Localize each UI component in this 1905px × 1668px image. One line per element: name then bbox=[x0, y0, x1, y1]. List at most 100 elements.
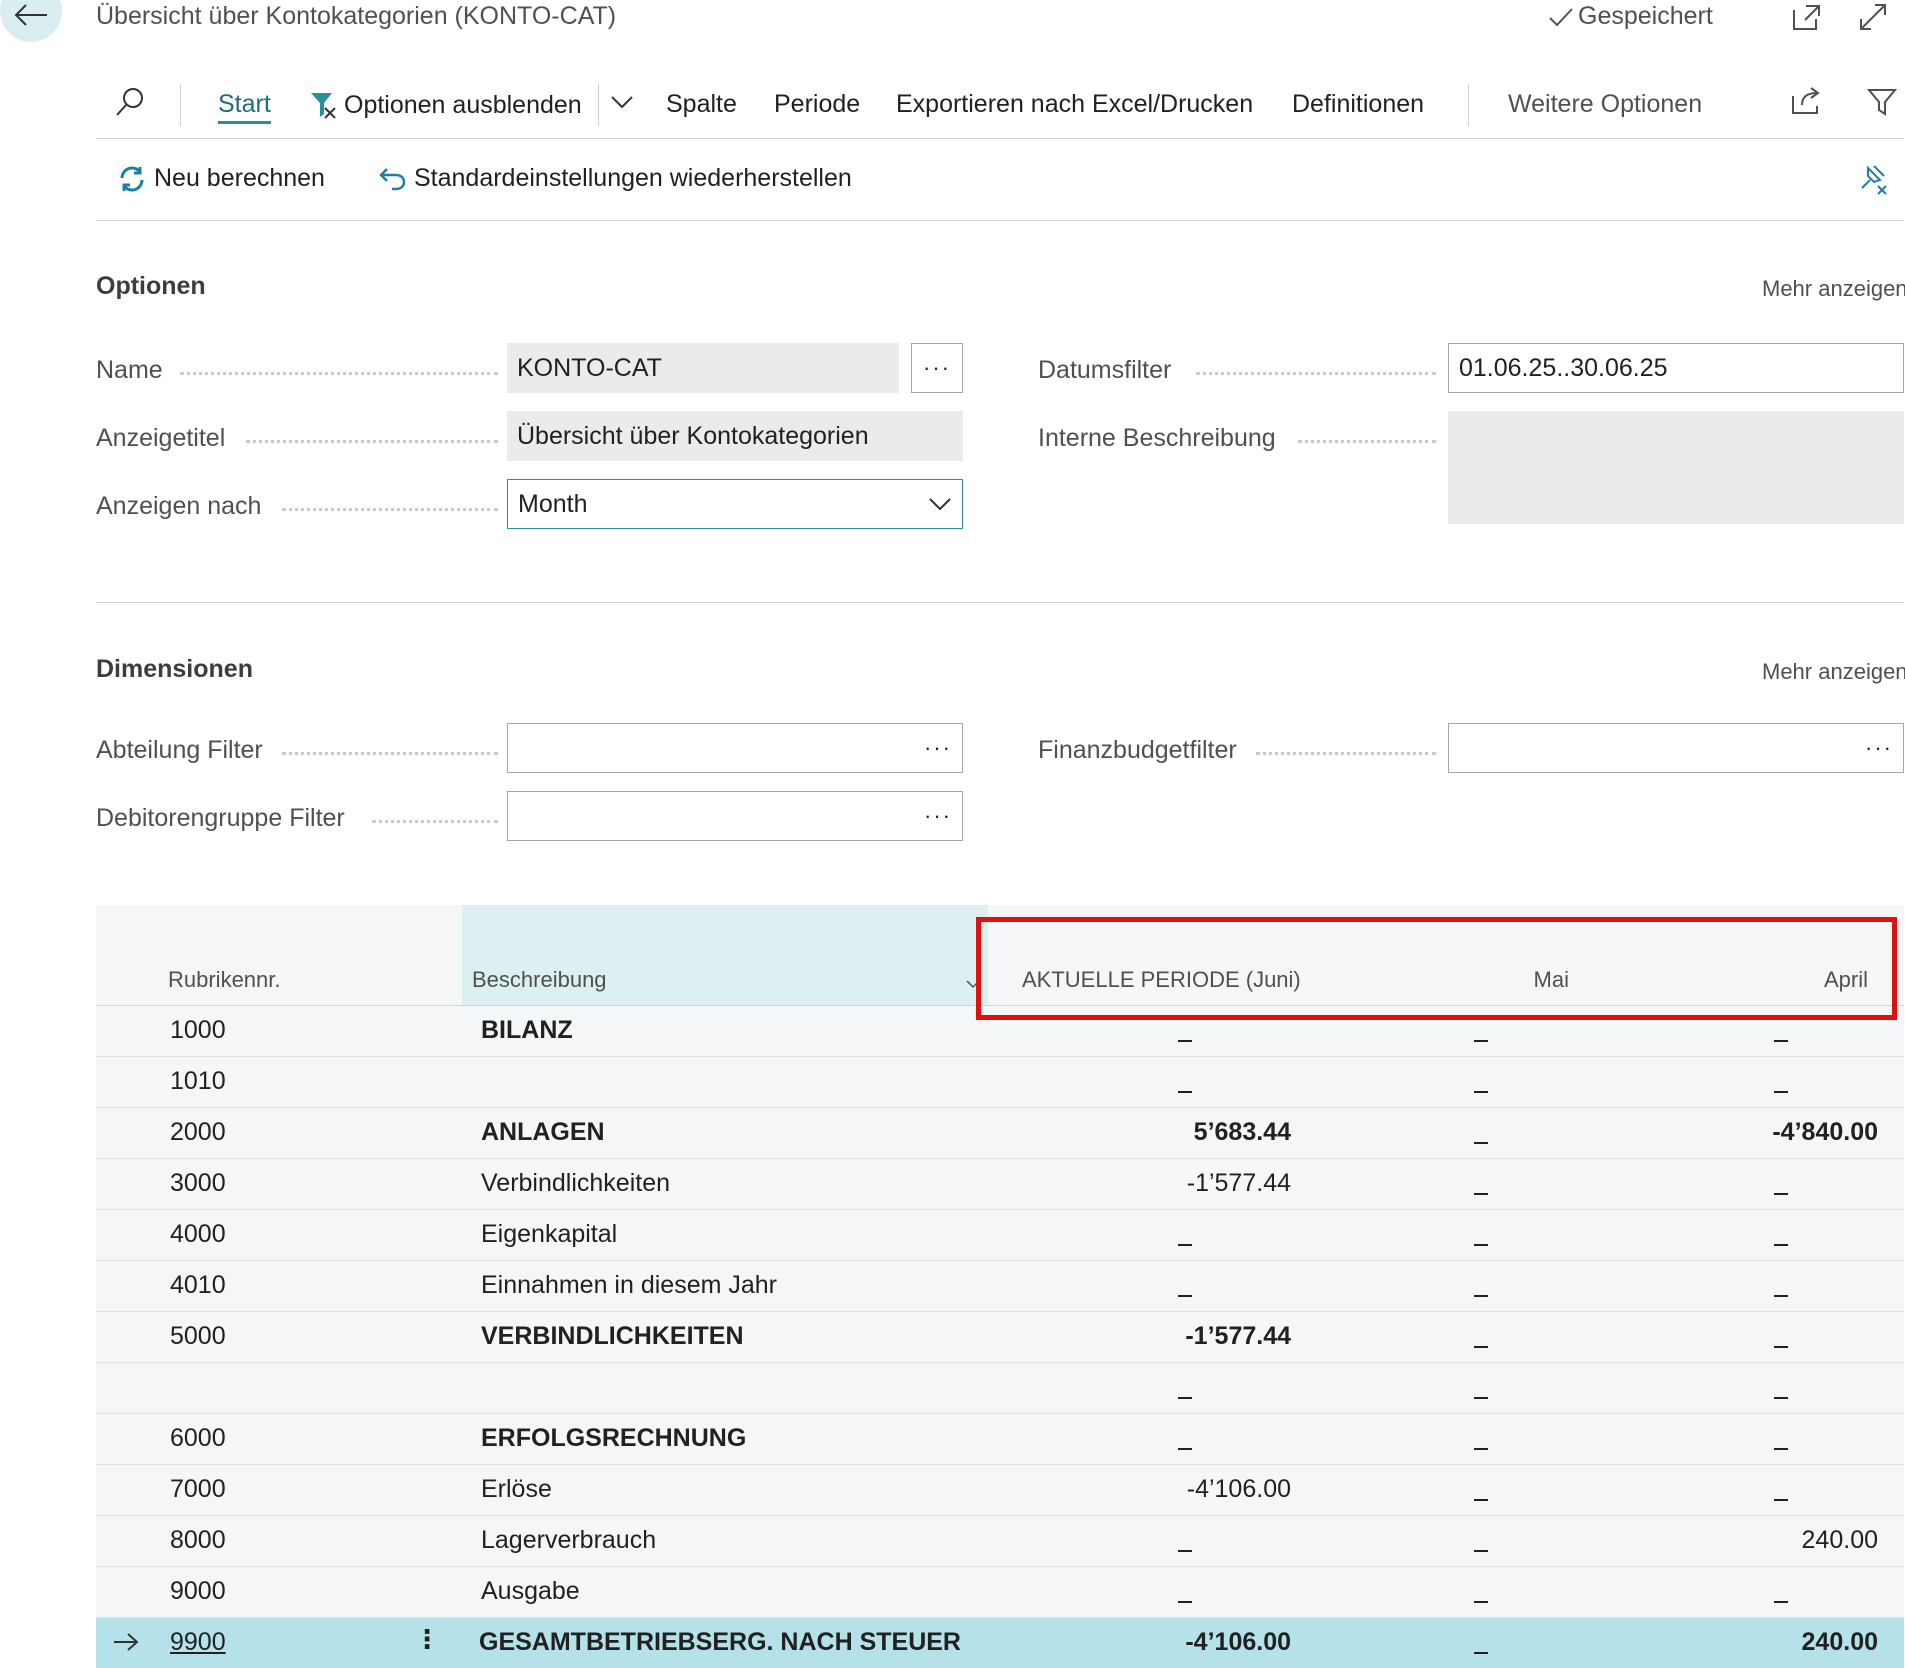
pin-icon[interactable] bbox=[1854, 162, 1888, 196]
table-row[interactable]: 9000 Ausgabe bbox=[96, 1567, 1904, 1618]
table-row[interactable]: 4010 Einnahmen in diesem Jahr bbox=[96, 1261, 1904, 1312]
row-description: Verbindlichkeiten bbox=[481, 1169, 671, 1197]
row-number: 8000 bbox=[170, 1526, 226, 1554]
department-filter-label: Abteilung Filter bbox=[96, 736, 263, 764]
customer-group-filter-lookup-icon[interactable]: ··· bbox=[924, 803, 952, 829]
row-empty-current bbox=[1178, 1091, 1192, 1093]
recalculate-button[interactable]: Neu berechnen bbox=[118, 164, 325, 193]
department-filter-lookup-icon[interactable]: ··· bbox=[924, 735, 952, 761]
refresh-icon bbox=[120, 166, 144, 191]
name-field[interactable]: KONTO-CAT bbox=[507, 343, 899, 393]
row-empty-may bbox=[1474, 1142, 1488, 1144]
table-row[interactable]: 2000 ANLAGEN 5’683.44 -4’840.00 bbox=[96, 1108, 1904, 1159]
show-by-select[interactable]: Month bbox=[507, 479, 963, 529]
table-row[interactable] bbox=[96, 1363, 1904, 1414]
row-empty-may bbox=[1474, 1244, 1488, 1246]
table-row[interactable]: ⋮ 9900 GESAMTBETRIEBSERG. NACH STEUER -4’10… bbox=[96, 1618, 1904, 1668]
period-menu[interactable]: Periode bbox=[774, 90, 860, 119]
restore-defaults-button[interactable]: Standardeinstellungen wiederherstellen bbox=[378, 164, 852, 193]
undo-icon bbox=[379, 167, 406, 190]
budget-filter-lookup-icon[interactable]: ··· bbox=[1865, 735, 1893, 761]
row-empty-may bbox=[1474, 1040, 1488, 1042]
export-menu[interactable]: Exportieren nach Excel/Drucken bbox=[896, 90, 1253, 119]
internal-description-label: Interne Beschreibung bbox=[1038, 424, 1276, 452]
saved-status: Gespeichert bbox=[1548, 2, 1713, 31]
row-empty-current bbox=[1178, 1244, 1192, 1246]
dimensions-show-more-link[interactable]: Mehr anzeigen bbox=[1762, 659, 1905, 685]
row-description: ERFOLGSRECHNUNG bbox=[481, 1424, 747, 1452]
back-button[interactable] bbox=[0, 0, 62, 42]
row-description: Einnahmen in diesem Jahr bbox=[481, 1271, 777, 1299]
table-row[interactable]: 1010 bbox=[96, 1057, 1904, 1108]
search-icon[interactable] bbox=[114, 86, 146, 118]
budget-filter-input[interactable]: ··· bbox=[1448, 723, 1904, 773]
open-new-window-icon[interactable] bbox=[1790, 2, 1822, 34]
row-empty-current bbox=[1178, 1397, 1192, 1399]
row-empty-may bbox=[1474, 1652, 1488, 1654]
row-empty-may bbox=[1474, 1193, 1488, 1195]
row-value-current: -4’106.00 bbox=[1186, 1475, 1291, 1503]
row-number: 7000 bbox=[170, 1475, 226, 1503]
column-header-description[interactable]: Beschreibung bbox=[472, 967, 607, 993]
hide-options-button[interactable]: Optionen ausblenden bbox=[308, 90, 582, 120]
row-empty-april bbox=[1774, 1601, 1788, 1603]
table-row[interactable]: 6000 ERFOLGSRECHNUNG bbox=[96, 1414, 1904, 1465]
display-title-field[interactable]: Übersicht über Kontokategorien bbox=[507, 411, 963, 461]
row-description: VERBINDLICHKEITEN bbox=[481, 1322, 744, 1350]
row-description: ANLAGEN bbox=[481, 1118, 605, 1146]
customer-group-filter-label: Debitorengruppe Filter bbox=[96, 804, 345, 832]
column-menu[interactable]: Spalte bbox=[666, 90, 737, 119]
row-empty-may bbox=[1474, 1091, 1488, 1093]
row-empty-april bbox=[1774, 1091, 1788, 1093]
row-description: BILANZ bbox=[481, 1016, 573, 1044]
row-empty-may bbox=[1474, 1346, 1488, 1348]
show-by-value: Month bbox=[518, 489, 588, 518]
name-lookup-button[interactable]: ··· bbox=[911, 343, 963, 393]
saved-label: Gespeichert bbox=[1578, 2, 1713, 30]
table-row[interactable]: 3000 Verbindlichkeiten -1’577.44 bbox=[96, 1159, 1904, 1210]
row-empty-may bbox=[1474, 1499, 1488, 1501]
row-empty-april bbox=[1774, 1397, 1788, 1399]
internal-description-field[interactable] bbox=[1448, 411, 1904, 524]
column-header-nr[interactable]: Rubrikennr. bbox=[168, 967, 281, 993]
options-show-more-link[interactable]: Mehr anzeigen bbox=[1762, 276, 1905, 302]
expand-icon[interactable] bbox=[1858, 2, 1890, 34]
chevron-down-icon bbox=[929, 498, 951, 511]
page-title: Übersicht über Kontokategorien (KONTO-CA… bbox=[96, 2, 617, 30]
options-section-title[interactable]: Optionen bbox=[96, 272, 206, 301]
sub-action-bar: Neu berechnen Standardeinstellungen wied… bbox=[96, 150, 1904, 221]
grid-rows: 1000 BILANZ 1010 2000 ANLAGEN 5’683.44 -4’840.… bbox=[96, 1006, 1904, 1668]
row-empty-may bbox=[1474, 1448, 1488, 1450]
row-empty-april bbox=[1774, 1244, 1788, 1246]
row-empty-may bbox=[1474, 1397, 1488, 1399]
date-filter-input[interactable]: 01.06.25..30.06.25 bbox=[1448, 343, 1904, 393]
row-number: 5000 bbox=[170, 1322, 226, 1350]
table-row[interactable]: 5000 VERBINDLICHKEITEN -1’577.44 bbox=[96, 1312, 1904, 1363]
chevron-down-icon[interactable] bbox=[610, 94, 634, 110]
row-number: 4010 bbox=[170, 1271, 226, 1299]
row-number: 6000 bbox=[170, 1424, 226, 1452]
tab-start[interactable]: Start bbox=[218, 90, 271, 124]
row-number: 4000 bbox=[170, 1220, 226, 1248]
definitions-menu[interactable]: Definitionen bbox=[1292, 90, 1424, 119]
row-number: 1000 bbox=[170, 1016, 226, 1044]
customer-group-filter-input[interactable]: ··· bbox=[507, 791, 963, 841]
table-row[interactable]: 8000 Lagerverbrauch 240.00 bbox=[96, 1516, 1904, 1567]
share-icon[interactable] bbox=[1790, 86, 1822, 116]
row-empty-may bbox=[1474, 1295, 1488, 1297]
table-row[interactable]: 4000 Eigenkapital bbox=[96, 1210, 1904, 1261]
row-number[interactable]: 9900 bbox=[170, 1628, 226, 1657]
table-row[interactable]: 7000 Erlöse -4’106.00 bbox=[96, 1465, 1904, 1516]
row-actions-menu-icon[interactable]: ⋮ bbox=[414, 1624, 440, 1655]
filter-icon[interactable] bbox=[1866, 86, 1898, 118]
dimensions-section-title[interactable]: Dimensionen bbox=[96, 655, 253, 684]
more-options-menu[interactable]: Weitere Optionen bbox=[1508, 90, 1702, 119]
department-filter-input[interactable]: ··· bbox=[507, 723, 963, 773]
row-value-april: 240.00 bbox=[1801, 1628, 1878, 1656]
highlight-box bbox=[976, 917, 1897, 1020]
row-empty-april bbox=[1774, 1346, 1788, 1348]
row-description: Eigenkapital bbox=[481, 1220, 618, 1248]
arrow-left-icon bbox=[14, 4, 47, 26]
display-title-label: Anzeigetitel bbox=[96, 424, 226, 452]
row-empty-april bbox=[1774, 1295, 1788, 1297]
